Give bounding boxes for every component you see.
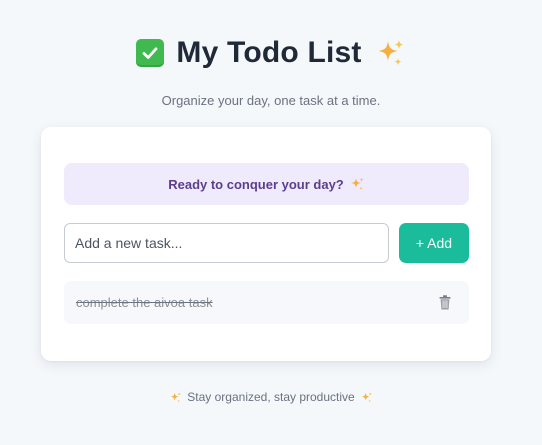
check-box-icon (136, 39, 165, 67)
page-subtitle: Organize your day, one task at a time. (161, 93, 381, 108)
title-text: My Todo List (176, 36, 362, 69)
todo-card: Ready to conquer your day? + Add complet… (41, 127, 491, 361)
sparkles-icon (374, 37, 406, 69)
task-list: complete the aivoa task (64, 281, 469, 324)
task-text[interactable]: complete the aivoa task (76, 295, 213, 310)
sparkles-icon (349, 176, 365, 192)
add-task-button[interactable]: + Add (399, 223, 469, 263)
footer-text: Stay organized, stay productive (187, 390, 355, 404)
sparkles-icon (360, 391, 373, 404)
sparkles-icon (169, 391, 182, 404)
trash-icon[interactable] (439, 295, 451, 310)
banner-text: Ready to conquer your day? (168, 176, 344, 192)
page-footer: Stay organized, stay productive (0, 390, 542, 404)
todo-page: My Todo List Organize your day, one task… (0, 0, 542, 445)
page-title: My Todo List (0, 33, 542, 73)
new-task-input[interactable] (64, 223, 389, 263)
motivation-banner: Ready to conquer your day? (64, 163, 469, 205)
task-item[interactable]: complete the aivoa task (64, 281, 469, 324)
